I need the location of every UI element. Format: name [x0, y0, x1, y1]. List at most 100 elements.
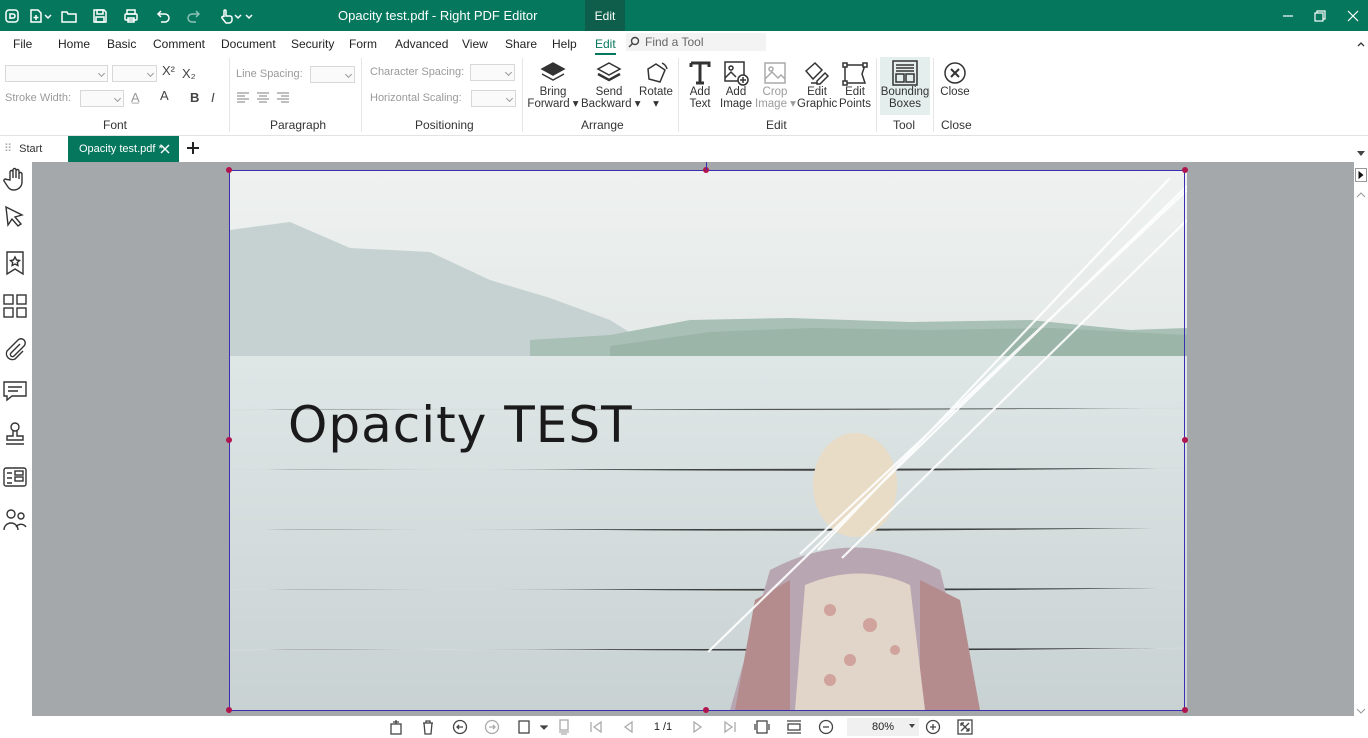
bookmark-icon[interactable] — [2, 250, 28, 276]
resize-handle-top-right[interactable] — [1182, 167, 1188, 173]
text-outline-icon[interactable]: A̲ — [131, 90, 140, 105]
close-tab-icon[interactable] — [160, 144, 170, 154]
vertical-scrollbar[interactable] — [1354, 162, 1368, 716]
first-page-icon[interactable] — [588, 719, 604, 735]
tab-document[interactable]: Opacity test.pdf * — [68, 136, 179, 162]
bold-icon[interactable]: B — [190, 90, 199, 105]
selection-bounding-box[interactable] — [229, 170, 1185, 711]
menu-form[interactable]: Form — [349, 37, 377, 51]
menu-file[interactable]: File — [13, 37, 32, 51]
page-layout-dropdown-icon[interactable] — [539, 719, 549, 735]
resize-handle-left[interactable] — [226, 437, 232, 443]
stroke-width-combo[interactable] — [80, 90, 124, 107]
resize-handle-right[interactable] — [1182, 437, 1188, 443]
resize-handle-bottom[interactable] — [703, 707, 709, 713]
form-fields-icon[interactable] — [2, 464, 28, 490]
horizontal-scaling-combo[interactable] — [471, 90, 516, 107]
new-tab-icon[interactable] — [186, 141, 200, 155]
character-spacing-combo[interactable] — [470, 64, 515, 81]
align-right-icon[interactable] — [276, 91, 290, 106]
undo-icon[interactable] — [153, 6, 173, 26]
print-icon[interactable] — [121, 6, 141, 26]
scroll-down-icon[interactable] — [1356, 704, 1366, 714]
full-screen-icon[interactable] — [957, 719, 973, 735]
page-layout-icon[interactable] — [516, 719, 532, 735]
scroll-up-icon[interactable] — [1356, 188, 1366, 198]
page-indicator[interactable]: 1 /1 — [648, 719, 678, 735]
align-left-icon[interactable] — [236, 91, 250, 106]
stamp-icon[interactable] — [2, 421, 28, 447]
next-page-icon[interactable] — [690, 719, 706, 735]
touch-mode-icon[interactable] — [216, 6, 236, 26]
panel-toggle-icon[interactable] — [1355, 168, 1367, 182]
collapse-ribbon-icon[interactable] — [1356, 38, 1366, 48]
comments-icon[interactable] — [2, 378, 28, 404]
bring-forward-button[interactable]: Bring Forward ▾ — [527, 57, 579, 115]
rotate-button[interactable]: Rotate ▾ — [638, 57, 674, 115]
bounding-boxes-button[interactable]: Bounding Boxes — [880, 57, 930, 115]
rotate-page-icon[interactable] — [388, 719, 404, 735]
select-tool-icon[interactable] — [2, 204, 28, 230]
menu-home[interactable]: Home — [58, 37, 90, 51]
subscript-icon[interactable]: X₂ — [182, 66, 196, 81]
new-doc-icon[interactable] — [26, 6, 46, 26]
superscript-icon[interactable]: X² — [162, 63, 175, 78]
customize-qat-icon[interactable] — [244, 6, 254, 26]
crop-image-button[interactable]: Crop Image ▾ — [755, 57, 796, 115]
italic-icon[interactable]: I — [211, 90, 215, 105]
new-doc-dropdown-icon[interactable] — [44, 6, 52, 26]
open-folder-icon[interactable] — [59, 6, 79, 26]
menu-view[interactable]: View — [462, 37, 488, 51]
find-tool-box[interactable]: Find a Tool — [626, 33, 766, 51]
menu-share[interactable]: Share — [505, 37, 537, 51]
signatures-icon[interactable] — [2, 507, 28, 533]
menu-basic[interactable]: Basic — [107, 37, 136, 51]
line-spacing-combo[interactable] — [310, 66, 355, 83]
resize-handle-bottom-right[interactable] — [1182, 707, 1188, 713]
menu-comment[interactable]: Comment — [153, 37, 205, 51]
font-name-combo[interactable] — [5, 65, 108, 82]
horizontal-scaling-label: Horizontal Scaling: — [370, 92, 462, 104]
menu-help[interactable]: Help — [552, 37, 577, 51]
page-display-icon[interactable] — [556, 719, 572, 735]
save-icon[interactable] — [90, 6, 110, 26]
rotate-right-icon[interactable] — [484, 719, 500, 735]
attachment-icon[interactable] — [2, 336, 28, 362]
resize-handle-top-left[interactable] — [226, 167, 232, 173]
menu-security[interactable]: Security — [291, 37, 334, 51]
fit-width-icon[interactable] — [786, 719, 802, 735]
rotation-handle-line[interactable] — [706, 162, 707, 170]
minimize-button[interactable] — [1278, 6, 1298, 26]
touch-dropdown-icon[interactable] — [234, 6, 242, 26]
edit-points-button[interactable]: Edit Points — [838, 57, 872, 115]
close-window-button[interactable] — [1343, 6, 1363, 26]
zoom-out-icon[interactable] — [818, 719, 834, 735]
app-logo-icon[interactable] — [2, 6, 22, 26]
tabs-dropdown-icon[interactable] — [1356, 146, 1366, 156]
menu-edit[interactable]: Edit — [595, 37, 616, 55]
thumbnails-icon[interactable] — [2, 293, 28, 319]
previous-page-icon[interactable] — [620, 719, 636, 735]
align-center-icon[interactable] — [256, 91, 270, 106]
delete-page-icon[interactable] — [420, 719, 436, 735]
menu-document[interactable]: Document — [221, 37, 276, 51]
zoom-in-icon[interactable] — [925, 719, 941, 735]
restore-button[interactable] — [1310, 6, 1330, 26]
hand-tool-icon[interactable] — [2, 166, 28, 192]
edit-graphic-button[interactable]: Edit Graphic — [797, 57, 837, 115]
tab-start[interactable]: ⠿ Start — [4, 142, 42, 155]
last-page-icon[interactable] — [722, 719, 738, 735]
add-text-button[interactable]: Add Text — [683, 57, 717, 115]
resize-handle-bottom-left[interactable] — [226, 707, 232, 713]
rotate-left-icon[interactable] — [452, 719, 468, 735]
close-edit-button[interactable]: Close — [937, 57, 973, 115]
send-backward-button[interactable]: Send Backward ▾ — [581, 57, 640, 115]
zoom-level-combo[interactable]: 80% — [847, 718, 919, 736]
stroke-width-label: Stroke Width: — [5, 92, 72, 104]
fit-page-icon[interactable] — [754, 719, 770, 735]
font-color-icon[interactable]: A — [160, 88, 169, 103]
add-image-button[interactable]: Add Image — [719, 57, 753, 115]
menu-advanced[interactable]: Advanced — [395, 37, 448, 51]
redo-icon[interactable] — [184, 6, 204, 26]
font-size-combo[interactable] — [112, 65, 157, 82]
